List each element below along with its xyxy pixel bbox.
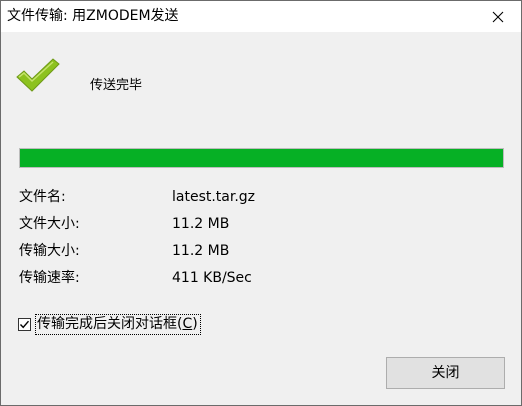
checkmark-icon [16, 58, 60, 92]
transfer-status: 传送完毕 [90, 78, 143, 93]
checkbox-label-accelerator: C [182, 315, 193, 332]
info-row-filesize: 文件大小: 11.2 MB [19, 214, 499, 234]
filename-label: 文件名: [19, 189, 66, 205]
checkbox-label-prefix: 传输完成后关闭对话框( [37, 315, 183, 332]
close-on-complete-option[interactable]: 传输完成后关闭对话框(C) [18, 313, 201, 335]
file-transfer-dialog: 文件传输: 用ZMODEM发送 传送完毕 文件名: latest.tar.gz … [0, 0, 522, 406]
rate-value: 411 KB/Sec [172, 270, 252, 286]
close-on-complete-label[interactable]: 传输完成后关闭对话框(C) [35, 313, 201, 335]
info-row-transferred: 传输大小: 11.2 MB [19, 241, 499, 261]
progress-fill [20, 149, 503, 167]
filesize-value: 11.2 MB [172, 216, 230, 232]
filesize-label: 文件大小: [19, 216, 80, 232]
info-row-rate: 传输速率: 411 KB/Sec [19, 268, 499, 288]
close-button[interactable]: 关闭 [386, 357, 505, 389]
close-on-complete-checkbox[interactable] [18, 317, 31, 331]
checkbox-label-suffix: ) [192, 315, 198, 332]
close-icon [492, 11, 504, 22]
title-bar: 文件传输: 用ZMODEM发送 [1, 1, 521, 32]
filename-value: latest.tar.gz [172, 189, 256, 205]
checkbox-check-icon [19, 320, 30, 328]
transferred-label: 传输大小: [19, 243, 80, 259]
window-title: 文件传输: 用ZMODEM发送 [7, 8, 179, 24]
rate-label: 传输速率: [19, 270, 80, 286]
transferred-value: 11.2 MB [172, 243, 230, 259]
status-row: 传送完毕 [15, 57, 495, 97]
window-close-button[interactable] [475, 1, 521, 32]
progress-bar [19, 148, 504, 168]
info-row-filename: 文件名: latest.tar.gz [19, 187, 499, 207]
